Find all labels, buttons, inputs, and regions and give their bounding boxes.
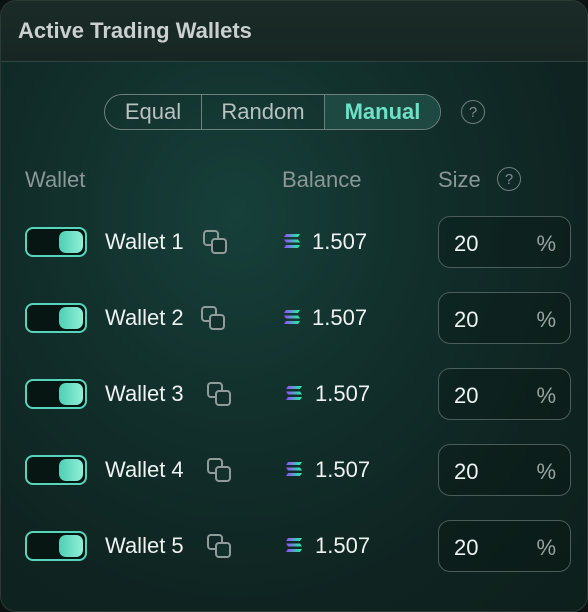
- wallet-toggle[interactable]: [25, 455, 87, 485]
- wallet-name: Wallet 2: [105, 305, 184, 330]
- panel-title: Active Trading Wallets: [18, 18, 252, 43]
- wallet-row: Wallet 5 1.507 20 %: [1, 519, 587, 575]
- wallet-balance: 1.507: [315, 381, 371, 406]
- copy-icon[interactable]: [206, 381, 234, 409]
- mode-help-icon[interactable]: ?: [461, 100, 485, 124]
- solana-icon: [285, 385, 303, 401]
- distribution-mode-selector: Equal Random Manual: [104, 94, 441, 130]
- size-value: 20: [454, 231, 479, 256]
- wallet-name: Wallet 3: [105, 381, 184, 406]
- size-unit: %: [536, 535, 556, 560]
- column-header-size: Size: [438, 167, 481, 192]
- wallet-balance: 1.507: [315, 533, 371, 558]
- wallet-name: Wallet 5: [105, 533, 184, 558]
- size-value: 20: [454, 383, 479, 408]
- size-input[interactable]: 20 %: [438, 368, 571, 420]
- size-input[interactable]: 20 %: [438, 216, 571, 268]
- wallet-row: Wallet 3 1.507 20 %: [1, 367, 587, 423]
- wallet-balance: 1.507: [315, 457, 371, 482]
- size-value: 20: [454, 459, 479, 484]
- solana-icon: [283, 233, 301, 249]
- wallet-toggle[interactable]: [25, 303, 87, 333]
- copy-icon[interactable]: [202, 229, 230, 257]
- solana-icon: [285, 537, 303, 553]
- solana-icon: [283, 309, 301, 325]
- mode-option-manual[interactable]: Manual: [325, 95, 440, 129]
- toggle-knob: [59, 231, 83, 253]
- size-unit: %: [536, 459, 556, 484]
- size-help-icon[interactable]: ?: [497, 167, 521, 191]
- panel-header: Active Trading Wallets: [1, 1, 587, 62]
- wallet-name: Wallet 4: [105, 457, 184, 482]
- mode-option-equal[interactable]: Equal: [105, 95, 202, 129]
- wallets-panel: Active Trading Wallets Equal Random Manu…: [0, 0, 588, 612]
- size-input[interactable]: 20 %: [438, 444, 571, 496]
- wallet-toggle[interactable]: [25, 379, 87, 409]
- size-input[interactable]: 20 %: [438, 520, 571, 572]
- size-value: 20: [454, 535, 479, 560]
- wallet-row: Wallet 2 1.507 20 %: [1, 291, 587, 347]
- mode-option-random[interactable]: Random: [202, 95, 325, 129]
- wallet-toggle[interactable]: [25, 227, 87, 257]
- copy-icon[interactable]: [200, 305, 228, 333]
- toggle-knob: [59, 307, 83, 329]
- solana-icon: [285, 461, 303, 477]
- toggle-knob: [59, 535, 83, 557]
- size-unit: %: [536, 307, 556, 332]
- copy-icon[interactable]: [206, 457, 234, 485]
- toggle-knob: [59, 383, 83, 405]
- wallet-row: Wallet 1 1.507 20 %: [1, 215, 587, 271]
- size-unit: %: [536, 231, 556, 256]
- size-value: 20: [454, 307, 479, 332]
- wallet-balance: 1.507: [312, 305, 368, 330]
- wallet-row: Wallet 4 1.507 20 %: [1, 443, 587, 499]
- column-header-wallet: Wallet: [25, 167, 86, 192]
- wallet-toggle[interactable]: [25, 531, 87, 561]
- size-unit: %: [536, 383, 556, 408]
- copy-icon[interactable]: [206, 533, 234, 561]
- column-header-balance: Balance: [282, 167, 362, 192]
- toggle-knob: [59, 459, 83, 481]
- wallet-name: Wallet 1: [105, 229, 184, 254]
- size-input[interactable]: 20 %: [438, 292, 571, 344]
- wallet-balance: 1.507: [312, 229, 368, 254]
